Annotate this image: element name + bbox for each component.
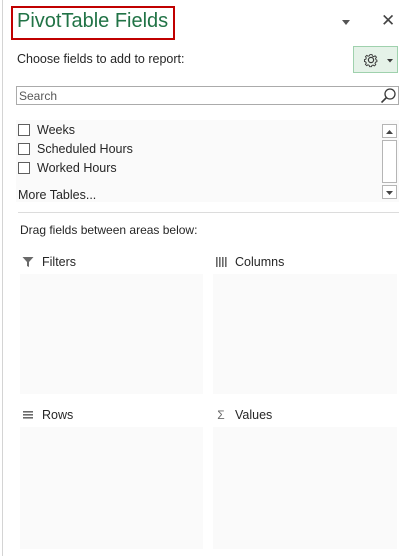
field-checkbox[interactable] bbox=[18, 162, 30, 174]
field-list-scrollbar[interactable] bbox=[382, 124, 398, 200]
columns-icon bbox=[216, 257, 227, 267]
filters-drop-zone[interactable] bbox=[20, 274, 203, 394]
rows-area-header: Rows bbox=[22, 408, 73, 422]
pane-options-dropdown[interactable] bbox=[340, 14, 352, 32]
field-item-worked-hours[interactable]: Worked Hours bbox=[18, 159, 117, 177]
field-label: Scheduled Hours bbox=[37, 142, 133, 156]
field-item-scheduled-hours[interactable]: Scheduled Hours bbox=[18, 140, 133, 158]
filters-area[interactable]: Filters bbox=[18, 248, 205, 396]
sigma-icon: Σ bbox=[217, 408, 225, 422]
more-tables-link[interactable]: More Tables... bbox=[18, 188, 96, 202]
field-checkbox[interactable] bbox=[18, 143, 30, 155]
columns-area-label: Columns bbox=[235, 255, 285, 269]
field-label: Weeks bbox=[37, 123, 75, 137]
section-divider bbox=[18, 212, 399, 213]
filters-area-label: Filters bbox=[42, 255, 77, 269]
columns-drop-zone[interactable] bbox=[213, 274, 397, 394]
scroll-up-icon bbox=[386, 130, 393, 134]
rows-icon bbox=[23, 411, 33, 419]
scroll-down-button[interactable] bbox=[382, 185, 397, 199]
gear-icon bbox=[363, 54, 393, 68]
values-area-label: Values bbox=[235, 408, 273, 422]
rows-area-label: Rows bbox=[42, 408, 74, 422]
scroll-thumb[interactable] bbox=[382, 140, 397, 183]
rows-drop-zone[interactable] bbox=[20, 427, 203, 549]
field-list: Weeks Scheduled Hours Worked Hours More … bbox=[16, 120, 399, 202]
search-input[interactable] bbox=[19, 88, 359, 103]
columns-area[interactable]: Columns bbox=[211, 248, 399, 396]
field-label: Worked Hours bbox=[37, 161, 117, 175]
columns-area-header: Columns bbox=[215, 255, 284, 269]
drag-fields-hint: Drag fields between areas below: bbox=[20, 223, 198, 237]
triangle-down-icon bbox=[342, 20, 350, 25]
filters-area-header: Filters bbox=[22, 255, 76, 269]
pane-left-border bbox=[2, 0, 3, 556]
field-item-weeks[interactable]: Weeks bbox=[18, 121, 75, 139]
scroll-down-icon bbox=[386, 191, 393, 195]
values-area[interactable]: Σ Values bbox=[211, 401, 399, 551]
filter-icon bbox=[22, 257, 34, 267]
choose-fields-label: Choose fields to add to report: bbox=[17, 52, 185, 66]
scroll-up-button[interactable] bbox=[382, 124, 397, 138]
values-drop-zone[interactable] bbox=[213, 427, 397, 549]
tools-settings-button[interactable] bbox=[353, 46, 398, 73]
values-area-header: Σ Values bbox=[215, 408, 272, 422]
search-box[interactable] bbox=[16, 86, 399, 105]
pane-title: PivotTable Fields bbox=[17, 10, 169, 32]
close-icon[interactable]: ✕ bbox=[381, 11, 395, 31]
search-icon[interactable] bbox=[380, 87, 397, 109]
rows-area[interactable]: Rows bbox=[18, 401, 205, 551]
field-checkbox[interactable] bbox=[18, 124, 30, 136]
